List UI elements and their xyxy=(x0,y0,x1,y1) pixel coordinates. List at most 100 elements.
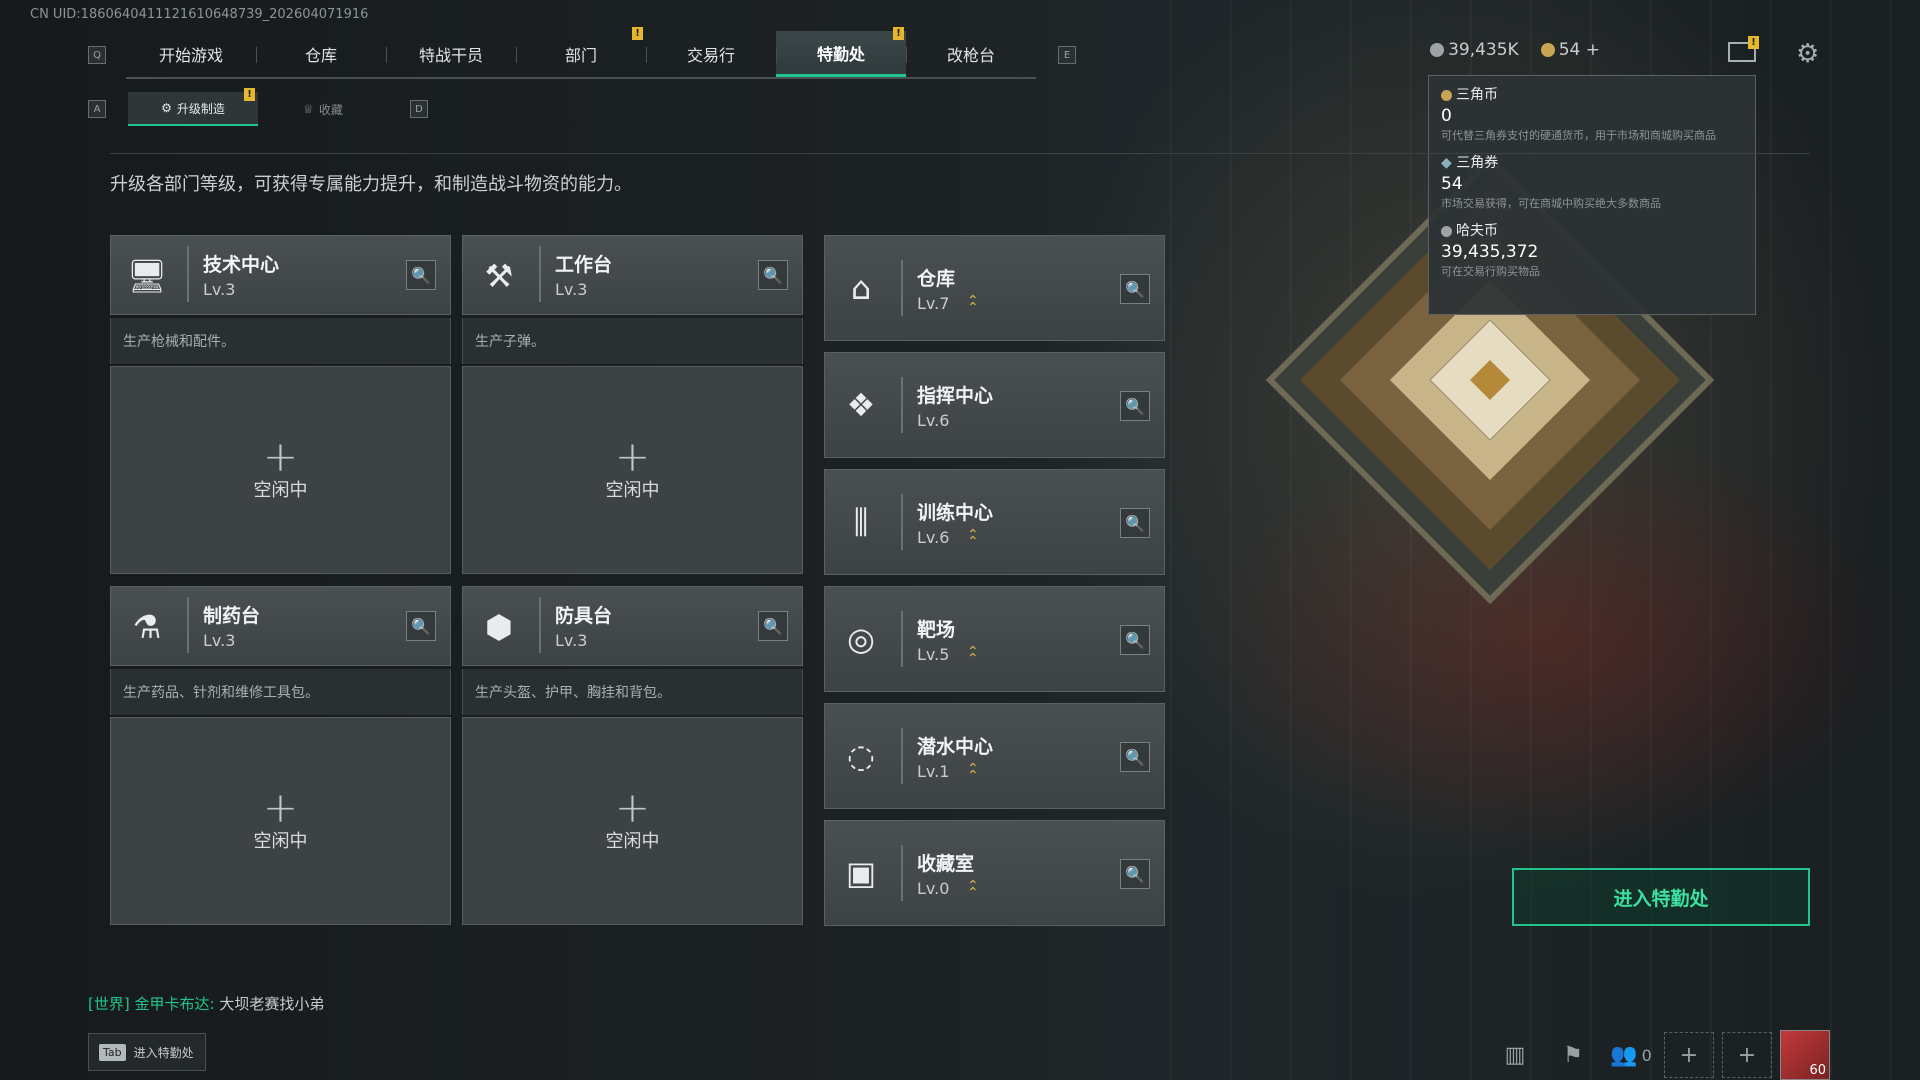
player-avatar[interactable]: 60 xyxy=(1780,1030,1830,1080)
department-name: 仓库 xyxy=(917,268,956,290)
production-slot[interactable]: + 空闲中 xyxy=(462,366,803,574)
flag-icon[interactable]: ⚑ xyxy=(1548,1032,1598,1078)
department-card-collection-room[interactable]: ▣ 收藏室 Lv.0 ⌃ ⌃ 🔍 xyxy=(824,820,1165,926)
triangle-coin-display[interactable]: 54 + xyxy=(1540,40,1600,60)
search-icon[interactable]: 🔍 xyxy=(406,260,436,290)
department-level: Lv.7 xyxy=(917,294,950,313)
search-icon[interactable]: 🔍 xyxy=(1120,625,1150,655)
subtab-upgrade[interactable]: ⚙ 升级制造 xyxy=(128,92,258,126)
chat-user: 金甲卡布达: xyxy=(134,995,215,1013)
settings-gear-icon[interactable]: ⚙ xyxy=(1796,39,1819,69)
add-teammate-button[interactable]: + xyxy=(1722,1032,1772,1078)
card-divider xyxy=(901,728,903,784)
hafu-coin-icon xyxy=(1430,43,1445,57)
station-level: Lv.3 xyxy=(555,631,588,650)
upgrade-arrow-icon: ⌃ ⌃ xyxy=(967,527,979,550)
stats-icon[interactable]: ▥ xyxy=(1490,1032,1540,1078)
workbench-icon: ⚒ xyxy=(484,257,514,295)
world-chat-message[interactable]: [世界] 金甲卡布达: 大坝老赛找小弟 xyxy=(88,993,324,1014)
plus-icon: + xyxy=(614,783,651,832)
department-name: 指挥中心 xyxy=(917,385,994,407)
divider xyxy=(110,153,1810,154)
department-card-warehouse[interactable]: ⌂ 仓库 Lv.7 ⌃ ⌃ 🔍 xyxy=(824,235,1165,341)
search-icon[interactable]: 🔍 xyxy=(1120,859,1150,889)
mail-alert-icon: ! xyxy=(1748,36,1759,49)
department-alert-icon: ! xyxy=(632,27,643,40)
tab-department[interactable]: 部门 xyxy=(516,31,646,77)
next-subtab-key: D xyxy=(410,100,428,118)
department-card-shooting-range[interactable]: ◎ 靶场 Lv.5 ⌃ ⌃ 🔍 xyxy=(824,586,1165,692)
card-divider xyxy=(187,597,189,653)
add-teammate-button[interactable]: + xyxy=(1664,1032,1714,1078)
tab-shortcut-hint[interactable]: Tab 进入特勤处 xyxy=(88,1033,206,1071)
search-icon[interactable]: 🔍 xyxy=(1120,742,1150,772)
department-level: Lv.0 xyxy=(917,879,950,898)
hafu-coin-icon xyxy=(1441,225,1452,237)
search-icon[interactable]: 🔍 xyxy=(1120,508,1150,538)
enter-special-ops-button[interactable]: 进入特勤处 xyxy=(1512,868,1810,926)
subtab-collection[interactable]: ♕ 收藏 xyxy=(258,92,388,126)
station-card-armor-bench[interactable]: ⬢ 防具台 Lv.3 🔍 xyxy=(462,586,803,666)
department-card-training-center[interactable]: ⫼ 训练中心 Lv.6 ⌃ ⌃ 🔍 xyxy=(824,469,1165,575)
tech-center-icon: 🖥 xyxy=(126,257,168,295)
department-card-diving-center[interactable]: ◌ 潜水中心 Lv.1 ⌃ ⌃ 🔍 xyxy=(824,703,1165,809)
tooltip-value: 39,435,372 xyxy=(1441,242,1539,262)
station-card-tech-center[interactable]: 🖥 技术中心 Lv.3 🔍 xyxy=(110,235,451,315)
department-name: 训练中心 xyxy=(917,502,994,524)
tooltip-desc: 可代替三角券支付的硬通货币，用于市场和商城购买商品 xyxy=(1441,129,1716,142)
search-icon[interactable]: 🔍 xyxy=(1120,274,1150,304)
upgrade-arrow-icon: ⌃ ⌃ xyxy=(967,878,979,901)
upgrade-icon: ⚙ xyxy=(161,101,172,115)
department-name: 收藏室 xyxy=(917,853,975,875)
warehouse-icon: ⌂ xyxy=(850,269,872,307)
next-tab-key: E xyxy=(1058,46,1076,64)
card-divider xyxy=(187,246,189,302)
friends-button[interactable]: 👥 0 xyxy=(1606,1032,1656,1078)
shooting-range-icon: ◎ xyxy=(847,620,875,658)
search-icon[interactable]: 🔍 xyxy=(406,611,436,641)
slot-status: 空闲中 xyxy=(605,480,660,501)
department-name: 靶场 xyxy=(917,619,956,641)
hafu-coin-display[interactable]: 39,435K xyxy=(1430,40,1519,60)
card-divider xyxy=(539,597,541,653)
ticket-icon: ◆ xyxy=(1441,155,1457,171)
production-slot[interactable]: + 空闲中 xyxy=(110,717,451,925)
tooltip-entry: 哈夫币 39,435,372 可在交易行购买物品 xyxy=(1441,220,1743,280)
tab-trading[interactable]: 交易行 xyxy=(646,31,776,77)
station-card-workbench[interactable]: ⚒ 工作台 Lv.3 🔍 xyxy=(462,235,803,315)
tab-operators[interactable]: 特战干员 xyxy=(386,31,516,77)
collection-room-icon: ▣ xyxy=(845,854,877,892)
station-desc: 生产子弹。 xyxy=(462,318,803,364)
search-icon[interactable]: 🔍 xyxy=(758,260,788,290)
department-level: Lv.1 xyxy=(917,762,950,781)
search-icon[interactable]: 🔍 xyxy=(1120,391,1150,421)
trophy-icon: ♕ xyxy=(303,102,314,116)
station-desc: 生产药品、针剂和维修工具包。 xyxy=(110,669,451,715)
production-slot[interactable]: + 空闲中 xyxy=(462,717,803,925)
station-level: Lv.3 xyxy=(203,280,236,299)
search-icon[interactable]: 🔍 xyxy=(758,611,788,641)
card-divider xyxy=(539,246,541,302)
hafu-coin-amount: 39,435K xyxy=(1448,40,1519,60)
upgrade-arrow-icon: ⌃ ⌃ xyxy=(967,644,979,667)
tab-special-ops[interactable]: 特勤处 xyxy=(776,31,906,77)
plus-icon: + xyxy=(262,783,299,832)
friends-icon: 👥 xyxy=(1610,1042,1638,1068)
department-card-command-center[interactable]: ❖ 指挥中心 Lv.6 🔍 xyxy=(824,352,1165,458)
station-name: 制药台 xyxy=(203,605,261,627)
card-divider xyxy=(901,377,903,433)
tab-start-game[interactable]: 开始游戏 xyxy=(126,31,256,77)
tooltip-name: 三角券 xyxy=(1456,155,1499,171)
training-center-icon: ⫼ xyxy=(853,502,869,541)
department-name: 潜水中心 xyxy=(917,736,994,758)
tab-gunsmith[interactable]: 改枪台 xyxy=(906,31,1036,77)
triangle-coin-icon xyxy=(1540,43,1555,57)
tab-warehouse[interactable]: 仓库 xyxy=(256,31,386,77)
station-card-pharmacy[interactable]: ⚗ 制药台 Lv.3 🔍 xyxy=(110,586,451,666)
production-slot[interactable]: + 空闲中 xyxy=(110,366,451,574)
department-level: Lv.6 xyxy=(917,528,950,547)
station-desc: 生产头盔、护甲、胸挂和背包。 xyxy=(462,669,803,715)
prev-tab-key: Q xyxy=(88,46,106,64)
station-desc: 生产枪械和配件。 xyxy=(110,318,451,364)
upgrade-alert-icon: ! xyxy=(244,88,255,101)
